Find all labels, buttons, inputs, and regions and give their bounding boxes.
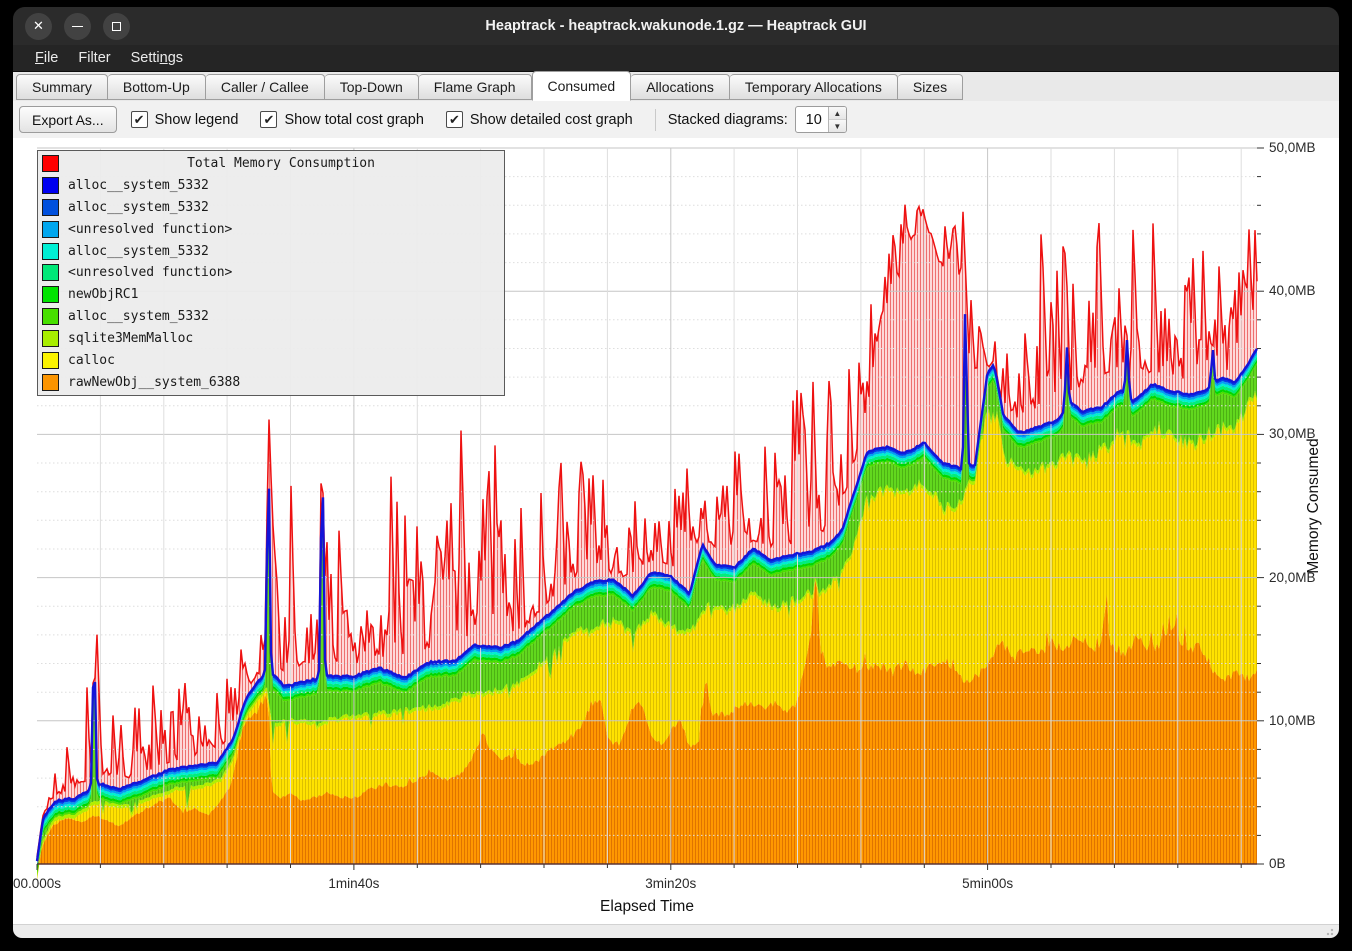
status-bar — [13, 924, 1339, 938]
tab-caller-callee[interactable]: Caller / Callee — [206, 74, 325, 100]
toolbar: Export As... ✔ Show legend ✔ Show total cos… — [13, 101, 1339, 138]
legend-row: newObjRC1 — [38, 284, 504, 306]
legend-swatch — [42, 286, 59, 303]
tab-bar: SummaryBottom-UpCaller / CalleeTop-DownF… — [13, 71, 1339, 101]
resize-grip-icon[interactable] — [1326, 926, 1336, 936]
legend-swatch — [42, 330, 59, 347]
y-tick-label: 50,0MB — [1269, 140, 1316, 155]
maximize-button[interactable] — [103, 13, 130, 40]
legend-label: <unresolved function> — [68, 222, 232, 237]
legend-label: alloc__system_5332 — [68, 178, 209, 193]
export-as-button[interactable]: Export As... — [19, 106, 117, 133]
checkbox-box[interactable]: ✔ — [131, 111, 148, 128]
checkbox-show-total-cost-graph[interactable]: ✔ Show total cost graph — [260, 111, 423, 128]
x-tick-label: 5min00s — [962, 876, 1013, 891]
legend-swatch — [42, 243, 59, 260]
legend-swatch — [42, 155, 59, 172]
chevron-down-icon: ▼ — [833, 122, 841, 131]
legend-row: <unresolved function> — [38, 262, 504, 284]
legend-label: sqlite3MemMalloc — [68, 331, 193, 346]
legend-swatch — [42, 264, 59, 281]
title-bar[interactable]: ✕ Heaptrack - heaptrack.wakunode.1.gz — … — [13, 7, 1339, 45]
legend-label: Total Memory Consumption — [68, 156, 494, 171]
x-tick-label: 3min20s — [645, 876, 696, 891]
legend-label: <unresolved function> — [68, 265, 232, 280]
tab-flame-graph[interactable]: Flame Graph — [419, 74, 532, 100]
stacked-diagrams-label: Stacked diagrams: — [668, 112, 788, 128]
spinbox-buttons: ▲ ▼ — [828, 107, 846, 132]
y-tick-label: 0B — [1269, 856, 1286, 871]
app-window: ✕ Heaptrack - heaptrack.wakunode.1.gz — … — [13, 7, 1339, 938]
x-tick-label: 00.000s — [13, 876, 61, 891]
spin-up-button[interactable]: ▲ — [829, 107, 846, 119]
legend-swatch — [42, 199, 59, 216]
x-tick-label: 1min40s — [328, 876, 379, 891]
legend-label: calloc — [68, 353, 115, 368]
y-tick-label: 40,0MB — [1269, 283, 1316, 298]
y-tick-label: 10,0MB — [1269, 713, 1316, 728]
spinbox-value[interactable]: 10 — [796, 107, 828, 132]
minimize-icon — [72, 26, 83, 27]
legend-row: sqlite3MemMalloc — [38, 328, 504, 350]
tab-bottom-up[interactable]: Bottom-Up — [108, 74, 206, 100]
legend-label: alloc__system_5332 — [68, 200, 209, 215]
legend-swatch — [42, 352, 59, 369]
chevron-up-icon: ▲ — [833, 109, 841, 118]
legend-label: rawNewObj__system_6388 — [68, 375, 240, 390]
menu-item-settings[interactable]: Settings — [121, 48, 193, 68]
chart-legend: Total Memory Consumption alloc__system_53… — [37, 150, 505, 396]
checkbox-show-legend[interactable]: ✔ Show legend — [131, 111, 239, 128]
menu-item-filter[interactable]: Filter — [68, 48, 120, 68]
window-title: Heaptrack - heaptrack.wakunode.1.gz — He… — [13, 18, 1339, 34]
legend-title-row: Total Memory Consumption — [38, 153, 504, 175]
minimize-button[interactable] — [64, 13, 91, 40]
stacked-diagrams-spinbox[interactable]: 10 ▲ ▼ — [795, 106, 847, 133]
checkbox-group: ✔ Show legend ✔ Show total cost graph ✔ Show … — [131, 111, 655, 128]
checkbox-show-detailed-cost-graph[interactable]: ✔ Show detailed cost graph — [446, 111, 633, 128]
tab-allocations[interactable]: Allocations — [631, 74, 730, 100]
close-button[interactable]: ✕ — [25, 13, 52, 40]
tab-summary[interactable]: Summary — [16, 74, 108, 100]
tab-consumed[interactable]: Consumed — [532, 71, 632, 101]
legend-row: <unresolved function> — [38, 218, 504, 240]
checkbox-label: Show detailed cost graph — [470, 112, 633, 128]
legend-swatch — [42, 308, 59, 325]
legend-label: alloc__system_5332 — [68, 309, 209, 324]
y-axis-title: Memory Consumed — [1305, 438, 1323, 573]
legend-swatch — [42, 221, 59, 238]
tab-temporary-allocations[interactable]: Temporary Allocations — [730, 74, 898, 100]
x-axis-title: Elapsed Time — [600, 898, 694, 916]
toolbar-separator — [655, 109, 656, 131]
checkbox-box[interactable]: ✔ — [446, 111, 463, 128]
legend-row: calloc — [38, 349, 504, 371]
legend-row: alloc__system_5332 — [38, 175, 504, 197]
chart-widget: 00.000s1min40s3min20s5min00s 0B10,0MB20,… — [13, 138, 1339, 924]
tab-sizes[interactable]: Sizes — [898, 74, 963, 100]
tab-top-down[interactable]: Top-Down — [325, 74, 419, 100]
checkbox-label: Show total cost graph — [284, 112, 423, 128]
legend-row: alloc__system_5332 — [38, 197, 504, 219]
legend-swatch — [42, 177, 59, 194]
maximize-icon — [112, 22, 121, 31]
menu-bar: FileFilterSettings — [13, 45, 1339, 71]
spin-down-button[interactable]: ▼ — [829, 119, 846, 132]
checkbox-label: Show legend — [155, 112, 239, 128]
legend-swatch — [42, 374, 59, 391]
legend-row: rawNewObj__system_6388 — [38, 371, 504, 393]
legend-row: alloc__system_5332 — [38, 240, 504, 262]
legend-row: alloc__system_5332 — [38, 306, 504, 328]
menu-item-file[interactable]: File — [25, 48, 68, 68]
checkbox-box[interactable]: ✔ — [260, 111, 277, 128]
legend-label: alloc__system_5332 — [68, 244, 209, 259]
close-icon: ✕ — [33, 18, 44, 34]
legend-label: newObjRC1 — [68, 287, 138, 302]
